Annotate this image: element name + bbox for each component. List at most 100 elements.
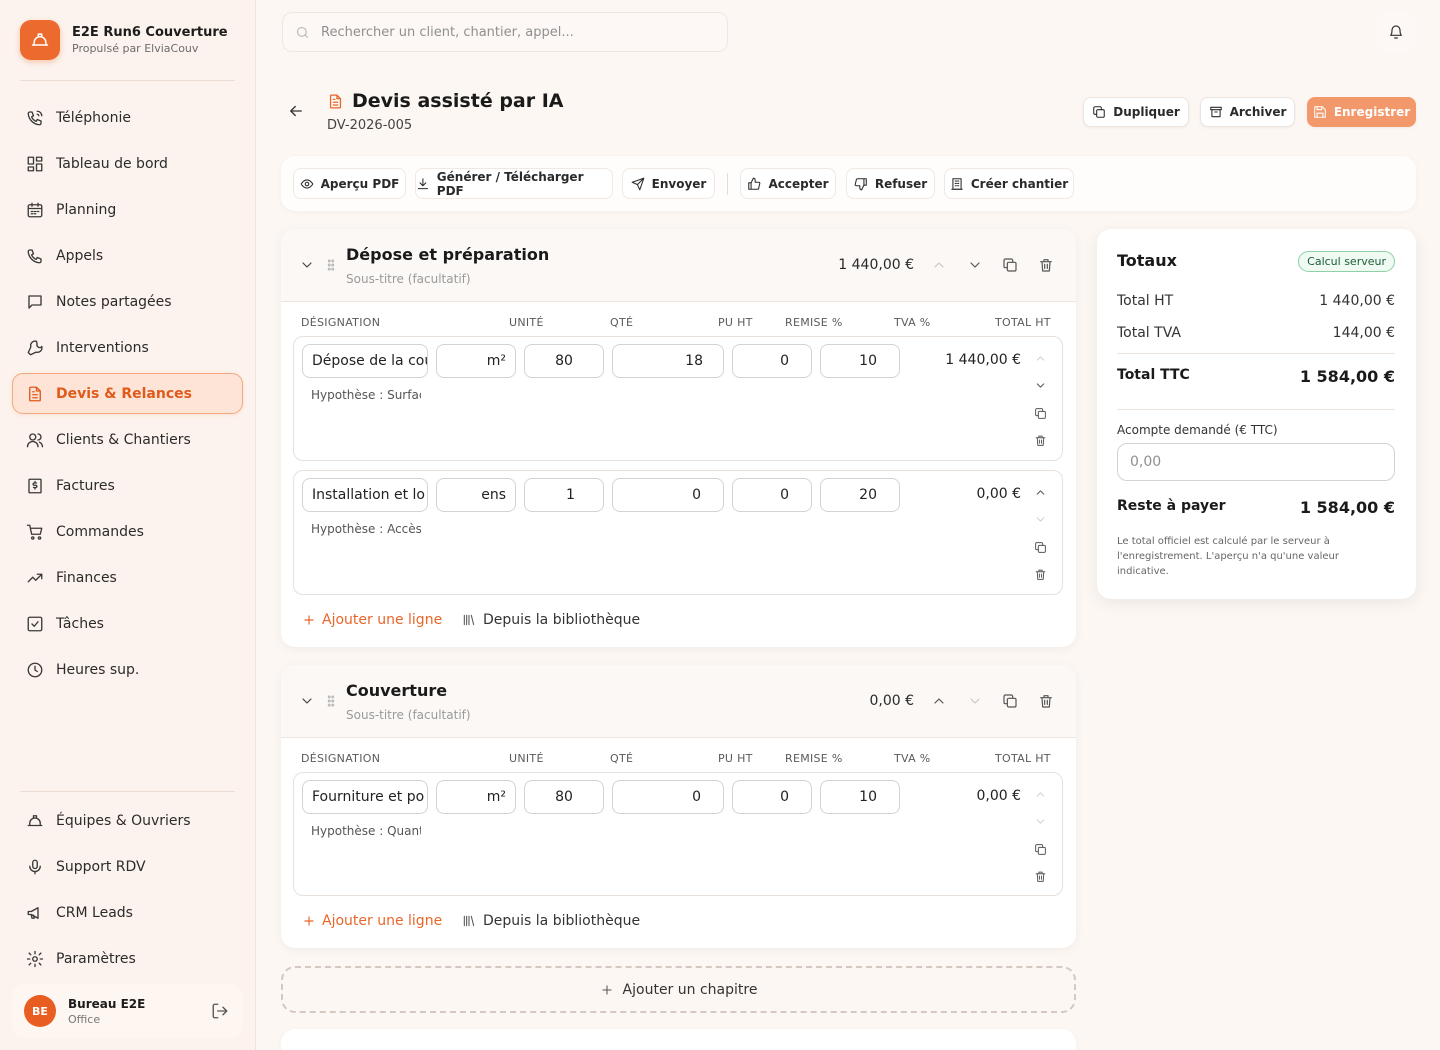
hypothesis-input[interactable]: Hypothèse : Accès s [311,522,421,536]
qty-input[interactable]: 1 [524,478,604,512]
duplicate-button[interactable]: Dupliquer [1083,97,1189,127]
nav-label: Téléphonie [56,109,131,126]
unit-input[interactable]: m² [436,780,516,814]
chapter-subtitle-input[interactable]: Sous-titre (facultatif) [346,708,471,722]
nav-item-support-rdv[interactable]: Support RDV [12,846,243,887]
discount-input[interactable]: 0 [732,478,812,512]
delete-line-button[interactable] [1034,870,1047,883]
nav-item-interventions[interactable]: Interventions [12,327,243,368]
nav-item-crm-leads[interactable]: CRM Leads [12,892,243,933]
move-line-up-button[interactable] [1034,352,1047,365]
pu-ht-input[interactable]: 0 [612,780,724,814]
hypothesis-input[interactable]: Hypothèse : Quanti [311,824,421,838]
generate-pdf-button[interactable]: Générer / Télécharger PDF [415,168,613,199]
nav-item-commandes[interactable]: Commandes [12,511,243,552]
nav-item-devis-relances[interactable]: Devis & Relances [12,373,243,414]
drag-handle-icon[interactable] [324,694,338,708]
from-library-button[interactable]: Depuis la bibliothèque [462,913,640,929]
chapter-card: Dépose et préparation Sous-titre (facult… [281,229,1076,647]
send-button[interactable]: Envoyer [622,168,715,199]
refuse-button[interactable]: Refuser [846,168,935,199]
hypothesis-input[interactable]: Hypothèse : Surface [311,388,421,402]
totals-divider [1117,409,1395,410]
discount-input[interactable]: 0 [732,780,812,814]
preview-pdf-button[interactable]: Aperçu PDF [293,168,406,199]
designation-input[interactable]: Dépose de la cou [302,344,428,378]
from-library-button[interactable]: Depuis la bibliothèque [462,612,640,628]
accept-button[interactable]: Accepter [740,168,836,199]
move-chapter-down-button[interactable] [967,257,983,273]
move-line-down-button[interactable] [1034,379,1047,392]
search-input[interactable] [321,24,701,40]
drag-handle-icon[interactable] [324,258,338,272]
move-line-up-button[interactable] [1034,788,1047,801]
duplicate-line-button[interactable] [1034,541,1047,554]
nav-item-heures-sup[interactable]: Heures sup. [12,649,243,690]
line-total: 0,00 € [976,486,1021,502]
move-line-up-button[interactable] [1034,486,1047,499]
create-site-button[interactable]: Créer chantier [944,168,1074,199]
unit-input[interactable]: m² [436,344,516,378]
nav-item-equipes-ouvriers[interactable]: Équipes & Ouvriers [12,800,243,841]
designation-input[interactable]: Fourniture et po [302,780,428,814]
move-chapter-up-button[interactable] [931,257,947,273]
conditions-card [281,1029,1076,1050]
duplicate-line-button[interactable] [1034,407,1047,420]
qty-input[interactable]: 80 [524,780,604,814]
nav-item-tableau-de-bord[interactable]: Tableau de bord [12,143,243,184]
nav-item-parametres[interactable]: Paramètres [12,938,243,979]
quote-reference: DV-2026-005 [327,118,413,133]
designation-input[interactable]: Installation et lo [302,478,428,512]
brand-subtitle: Propulsé par ElviaCouv [72,42,199,55]
duplicate-line-button[interactable] [1034,843,1047,856]
dashboard-icon [27,156,43,171]
logout-button[interactable] [211,1002,229,1020]
nav-item-taches[interactable]: Tâches [12,603,243,644]
nav-item-clients-chantiers[interactable]: Clients & Chantiers [12,419,243,460]
collapse-chapter-button[interactable] [299,693,315,709]
save-button[interactable]: Enregistrer [1307,97,1416,127]
pu-ht-input[interactable]: 18 [612,344,724,378]
nav-item-appels[interactable]: Appels [12,235,243,276]
chapter-subtitle-input[interactable]: Sous-titre (facultatif) [346,272,471,286]
save-icon [1314,106,1326,118]
move-line-down-button[interactable] [1034,815,1047,828]
duplicate-chapter-button[interactable] [1002,693,1018,709]
delete-chapter-button[interactable] [1038,257,1054,273]
add-chapter-button[interactable]: Ajouter un chapitre [281,966,1076,1013]
library-icon [463,915,475,927]
building-icon [951,177,963,190]
nav-label: Heures sup. [56,661,140,678]
move-line-down-button[interactable] [1034,513,1047,526]
cart-icon [26,524,43,540]
back-button[interactable] [287,102,305,120]
library-icon [463,614,475,626]
nav-item-finances[interactable]: Finances [12,557,243,598]
archive-button[interactable]: Archiver [1200,97,1295,127]
chapter-title[interactable]: Couverture [346,681,447,700]
delete-line-button[interactable] [1034,568,1047,581]
unit-input[interactable]: ens [436,478,516,512]
notifications-button[interactable] [1376,12,1416,52]
move-chapter-down-button[interactable] [967,693,983,709]
delete-line-button[interactable] [1034,434,1047,447]
chapter-title[interactable]: Dépose et préparation [346,245,549,264]
add-line-button[interactable]: Ajouter une ligne [302,612,442,628]
collapse-chapter-button[interactable] [299,257,315,273]
vat-input[interactable]: 20 [820,478,900,512]
deposit-input[interactable] [1117,443,1395,481]
delete-chapter-button[interactable] [1038,693,1054,709]
qty-input[interactable]: 80 [524,344,604,378]
discount-input[interactable]: 0 [732,344,812,378]
add-line-button[interactable]: Ajouter une ligne [302,913,442,929]
nav-item-factures[interactable]: Factures [12,465,243,506]
duplicate-chapter-button[interactable] [1002,257,1018,273]
move-chapter-up-button[interactable] [931,693,947,709]
nav-item-planning[interactable]: Planning [12,189,243,230]
vat-input[interactable]: 10 [820,344,900,378]
vat-input[interactable]: 10 [820,780,900,814]
nav-item-telephonie[interactable]: Téléphonie [12,97,243,138]
col-unit: UNITÉ [509,316,544,329]
nav-item-notes-partagees[interactable]: Notes partagées [12,281,243,322]
pu-ht-input[interactable]: 0 [612,478,724,512]
